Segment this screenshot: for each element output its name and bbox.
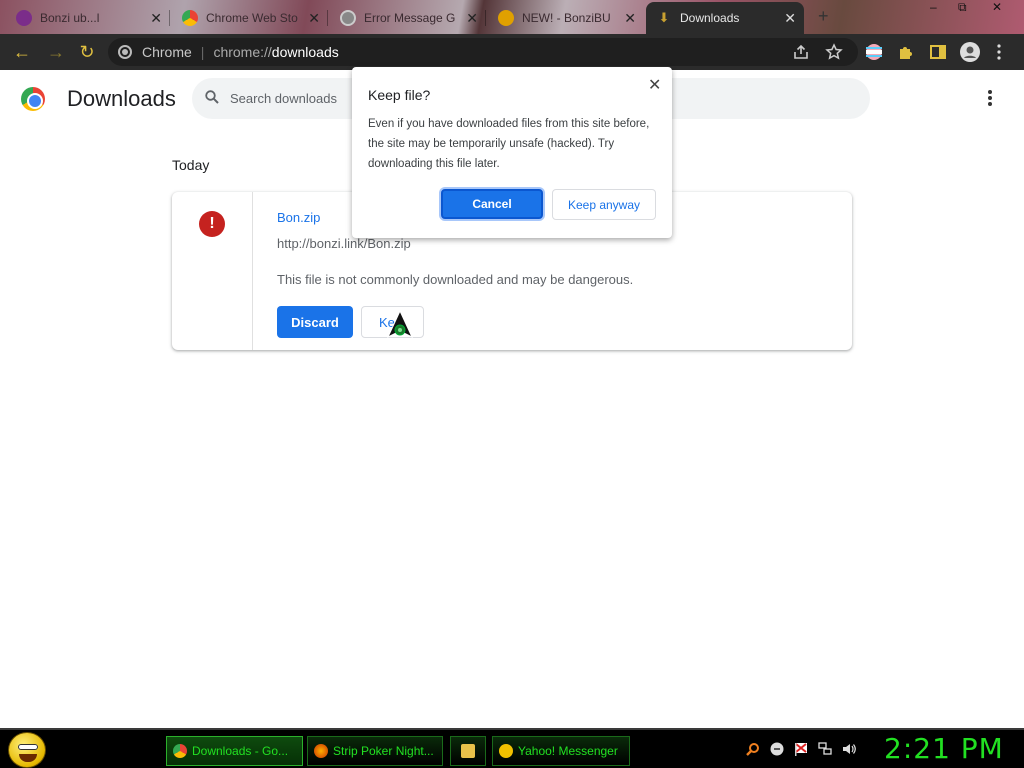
tab-close-icon[interactable]: ✕ [624, 10, 636, 27]
bonzi-buddy-icon [498, 10, 514, 26]
account-icon[interactable] [960, 42, 980, 62]
new-tab-icon[interactable]: + [818, 6, 829, 27]
taskbar-item-label: Downloads - Go... [192, 744, 289, 758]
tab-downloads[interactable]: ⬇ Downloads ✕ [646, 2, 804, 34]
taskbar-item-downloads[interactable]: Downloads - Go... [166, 736, 303, 766]
reload-icon[interactable]: ↻ [77, 42, 97, 62]
bonzi-icon [16, 10, 32, 26]
close-icon[interactable]: ✕ [648, 75, 661, 95]
tab-close-icon[interactable]: ✕ [784, 10, 796, 27]
danger-warning-icon: ! [199, 211, 225, 237]
tab-separator [327, 10, 328, 26]
forward-icon[interactable]: → [46, 42, 66, 62]
minimize-icon[interactable]: – [930, 0, 937, 14]
taskbar: Downloads - Go... Strip Poker Night... Y… [0, 728, 1024, 768]
dialog-message: Even if you have downloaded files from t… [368, 118, 650, 170]
tab-separator [485, 10, 486, 26]
tab-label: Chrome Web Sto [206, 11, 298, 25]
taskbar-item-label: Strip Poker Night... [333, 744, 434, 758]
browser-toolbar: ← → ↻ Chrome | chrome:// downloads [0, 34, 1024, 70]
file-source-url: http://bonzi.link/Bon.zip [277, 236, 411, 251]
taskbar-item-yahoo-messenger[interactable]: Yahoo! Messenger [492, 736, 630, 766]
card-divider [252, 192, 253, 350]
chrome-logo-icon [21, 87, 45, 111]
tab-separator [169, 10, 170, 26]
search-icon[interactable] [746, 742, 760, 756]
messenger-smiley-icon [499, 744, 513, 758]
tab-bonzibuddy[interactable]: NEW! - BonziBU ✕ [488, 2, 644, 34]
chrome-web-store-icon [182, 10, 198, 26]
tab-strip: Bonzi ub...l ✕ Chrome Web Sto ✕ Error Me… [0, 0, 1024, 34]
taskbar-item-folder[interactable] [450, 736, 486, 766]
page-title: Downloads [67, 86, 176, 111]
volume-icon[interactable] [842, 742, 856, 756]
tab-label: Downloads [680, 11, 740, 25]
date-header: Today [172, 157, 210, 173]
share-icon[interactable] [792, 43, 810, 61]
close-window-icon[interactable]: ✕ [992, 0, 1002, 14]
address-bar[interactable]: Chrome | chrome:// downloads [108, 38, 858, 66]
danger-warning-text: This file is not commonly downloaded and… [277, 272, 634, 287]
cursor-icon [386, 309, 414, 339]
network-icon[interactable] [818, 742, 832, 756]
browser-menu-icon[interactable] [990, 43, 1008, 61]
bookmark-star-icon[interactable] [825, 43, 843, 61]
tab-bonzi[interactable]: Bonzi ub...l ✕ [6, 2, 170, 34]
tab-label: Error Message G [364, 11, 456, 25]
dialog-title: Keep file? [368, 87, 431, 103]
maximize-icon[interactable]: ⧉ [958, 0, 967, 15]
chrome-icon [173, 744, 187, 758]
tab-error-message[interactable]: Error Message G ✕ [330, 2, 486, 34]
clock: 2:21 PM [884, 732, 1004, 765]
profile-flag-icon[interactable] [865, 43, 883, 61]
back-icon[interactable]: ← [12, 42, 32, 62]
keep-file-dialog: Keep file? ✕ Even if you have downloaded… [352, 67, 672, 238]
taskbar-item-strip-poker[interactable]: Strip Poker Night... [307, 736, 443, 766]
keep-anyway-button[interactable]: Keep anyway [552, 189, 656, 220]
omnibox-host: downloads [271, 44, 339, 60]
error-page-icon [340, 10, 356, 26]
chrome-page-icon [118, 45, 132, 59]
tab-chrome-web-store[interactable]: Chrome Web Sto ✕ [172, 2, 328, 34]
tab-close-icon[interactable]: ✕ [308, 10, 320, 27]
tab-close-icon[interactable]: ✕ [466, 10, 478, 27]
folder-icon [461, 744, 475, 758]
tab-label: Bonzi ub...l [40, 11, 100, 25]
download-icon: ⬇ [658, 10, 670, 25]
tab-label: NEW! - BonziBU [522, 11, 611, 25]
more-actions-icon[interactable] [984, 90, 996, 108]
messenger-icon[interactable] [770, 742, 784, 756]
firefox-icon [314, 744, 328, 758]
side-panel-icon[interactable] [929, 43, 947, 61]
file-name-link[interactable]: Bon.zip [277, 210, 320, 225]
extensions-icon[interactable] [897, 43, 915, 61]
cancel-button[interactable]: Cancel [441, 189, 543, 219]
tab-close-icon[interactable]: ✕ [150, 10, 162, 27]
omnibox-scheme: chrome:// [213, 44, 272, 60]
discard-button[interactable]: Discard [277, 306, 353, 338]
flag-icon[interactable] [794, 742, 808, 756]
omnibox-site-name: Chrome [142, 44, 192, 60]
omnibox-separator: | [200, 44, 205, 60]
taskbar-item-label: Yahoo! Messenger [518, 744, 618, 758]
start-button-icon[interactable] [8, 732, 46, 768]
search-icon [205, 90, 219, 104]
